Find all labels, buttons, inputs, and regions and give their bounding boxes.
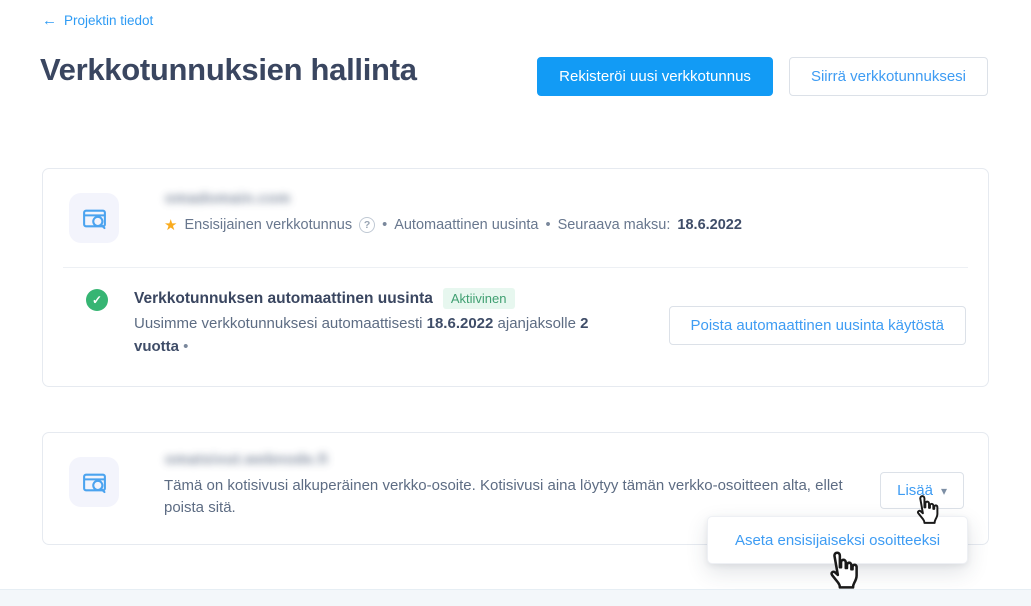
auto-renew-label: Automaattinen uusinta (394, 217, 538, 233)
next-payment-label: Seuraava maksu: (558, 217, 671, 233)
chevron-down-icon: ▾ (941, 485, 947, 497)
renewal-description: Uusimme verkkotunnuksesi automaattisesti… (134, 312, 626, 358)
domain-meta-row: ★ Ensisijainen verkkotunnus ? • Automaat… (164, 217, 742, 233)
renewal-text-2: ajanjaksolle (498, 315, 576, 332)
back-link-projektin-tiedot[interactable]: ← Projektin tiedot (42, 13, 153, 28)
back-link-label: Projektin tiedot (64, 13, 153, 28)
domain-icon-box (69, 193, 119, 243)
domain-search-icon (81, 205, 108, 232)
more-actions-button[interactable]: Lisää ▾ (880, 472, 964, 509)
more-actions-dropdown: Aseta ensisijaiseksi osoitteeksi (707, 516, 968, 564)
domain-icon-box (69, 457, 119, 507)
domain-management-page: ← Projektin tiedot Verkkotunnuksien hall… (0, 0, 1031, 606)
disable-auto-renewal-button[interactable]: Poista automaattinen uusinta käytöstä (669, 306, 967, 345)
primary-domain-label: Ensisijainen verkkotunnus (184, 217, 352, 233)
renewal-date: 18.6.2022 (427, 315, 494, 332)
bullet-separator: • (382, 217, 387, 233)
bottom-section-edge (0, 589, 1031, 606)
original-address-description: Tämä on kotisivusi alkuperäinen verkko-o… (164, 475, 844, 519)
primary-domain-card: omadomain.com ★ Ensisijainen verkkotunnu… (42, 168, 989, 387)
help-icon[interactable]: ? (359, 217, 375, 233)
register-domain-button[interactable]: Rekisteröi uusi verkkotunnus (537, 57, 773, 96)
renewal-title: Verkkotunnuksen automaattinen uusinta (134, 290, 433, 308)
renewal-text-3: • (183, 338, 188, 355)
menu-item-set-primary-address[interactable]: Aseta ensisijaiseksi osoitteeksi (735, 532, 940, 549)
domain-name-blurred: omadomain.com (165, 190, 291, 207)
next-payment-date: 18.6.2022 (677, 217, 742, 233)
check-circle-icon: ✓ (86, 289, 108, 311)
primary-star-icon: ★ (164, 218, 177, 233)
status-badge-active: Aktiivinen (443, 288, 515, 309)
page-title: Verkkotunnuksien hallinta (40, 52, 417, 88)
domain-name-blurred: omatsivut.webnode.fi (165, 451, 328, 468)
bullet-separator: • (545, 217, 550, 233)
card-divider (63, 267, 968, 268)
renewal-title-row: Verkkotunnuksen automaattinen uusinta Ak… (134, 288, 515, 309)
back-arrow-icon: ← (42, 13, 57, 28)
top-actions: Rekisteröi uusi verkkotunnus Siirrä verk… (537, 57, 988, 96)
more-button-label: Lisää (897, 482, 933, 499)
transfer-domain-button[interactable]: Siirrä verkkotunnuksesi (789, 57, 988, 96)
domain-search-icon (81, 469, 108, 496)
renewal-text-1: Uusimme verkkotunnuksesi automaattisesti (134, 315, 422, 332)
